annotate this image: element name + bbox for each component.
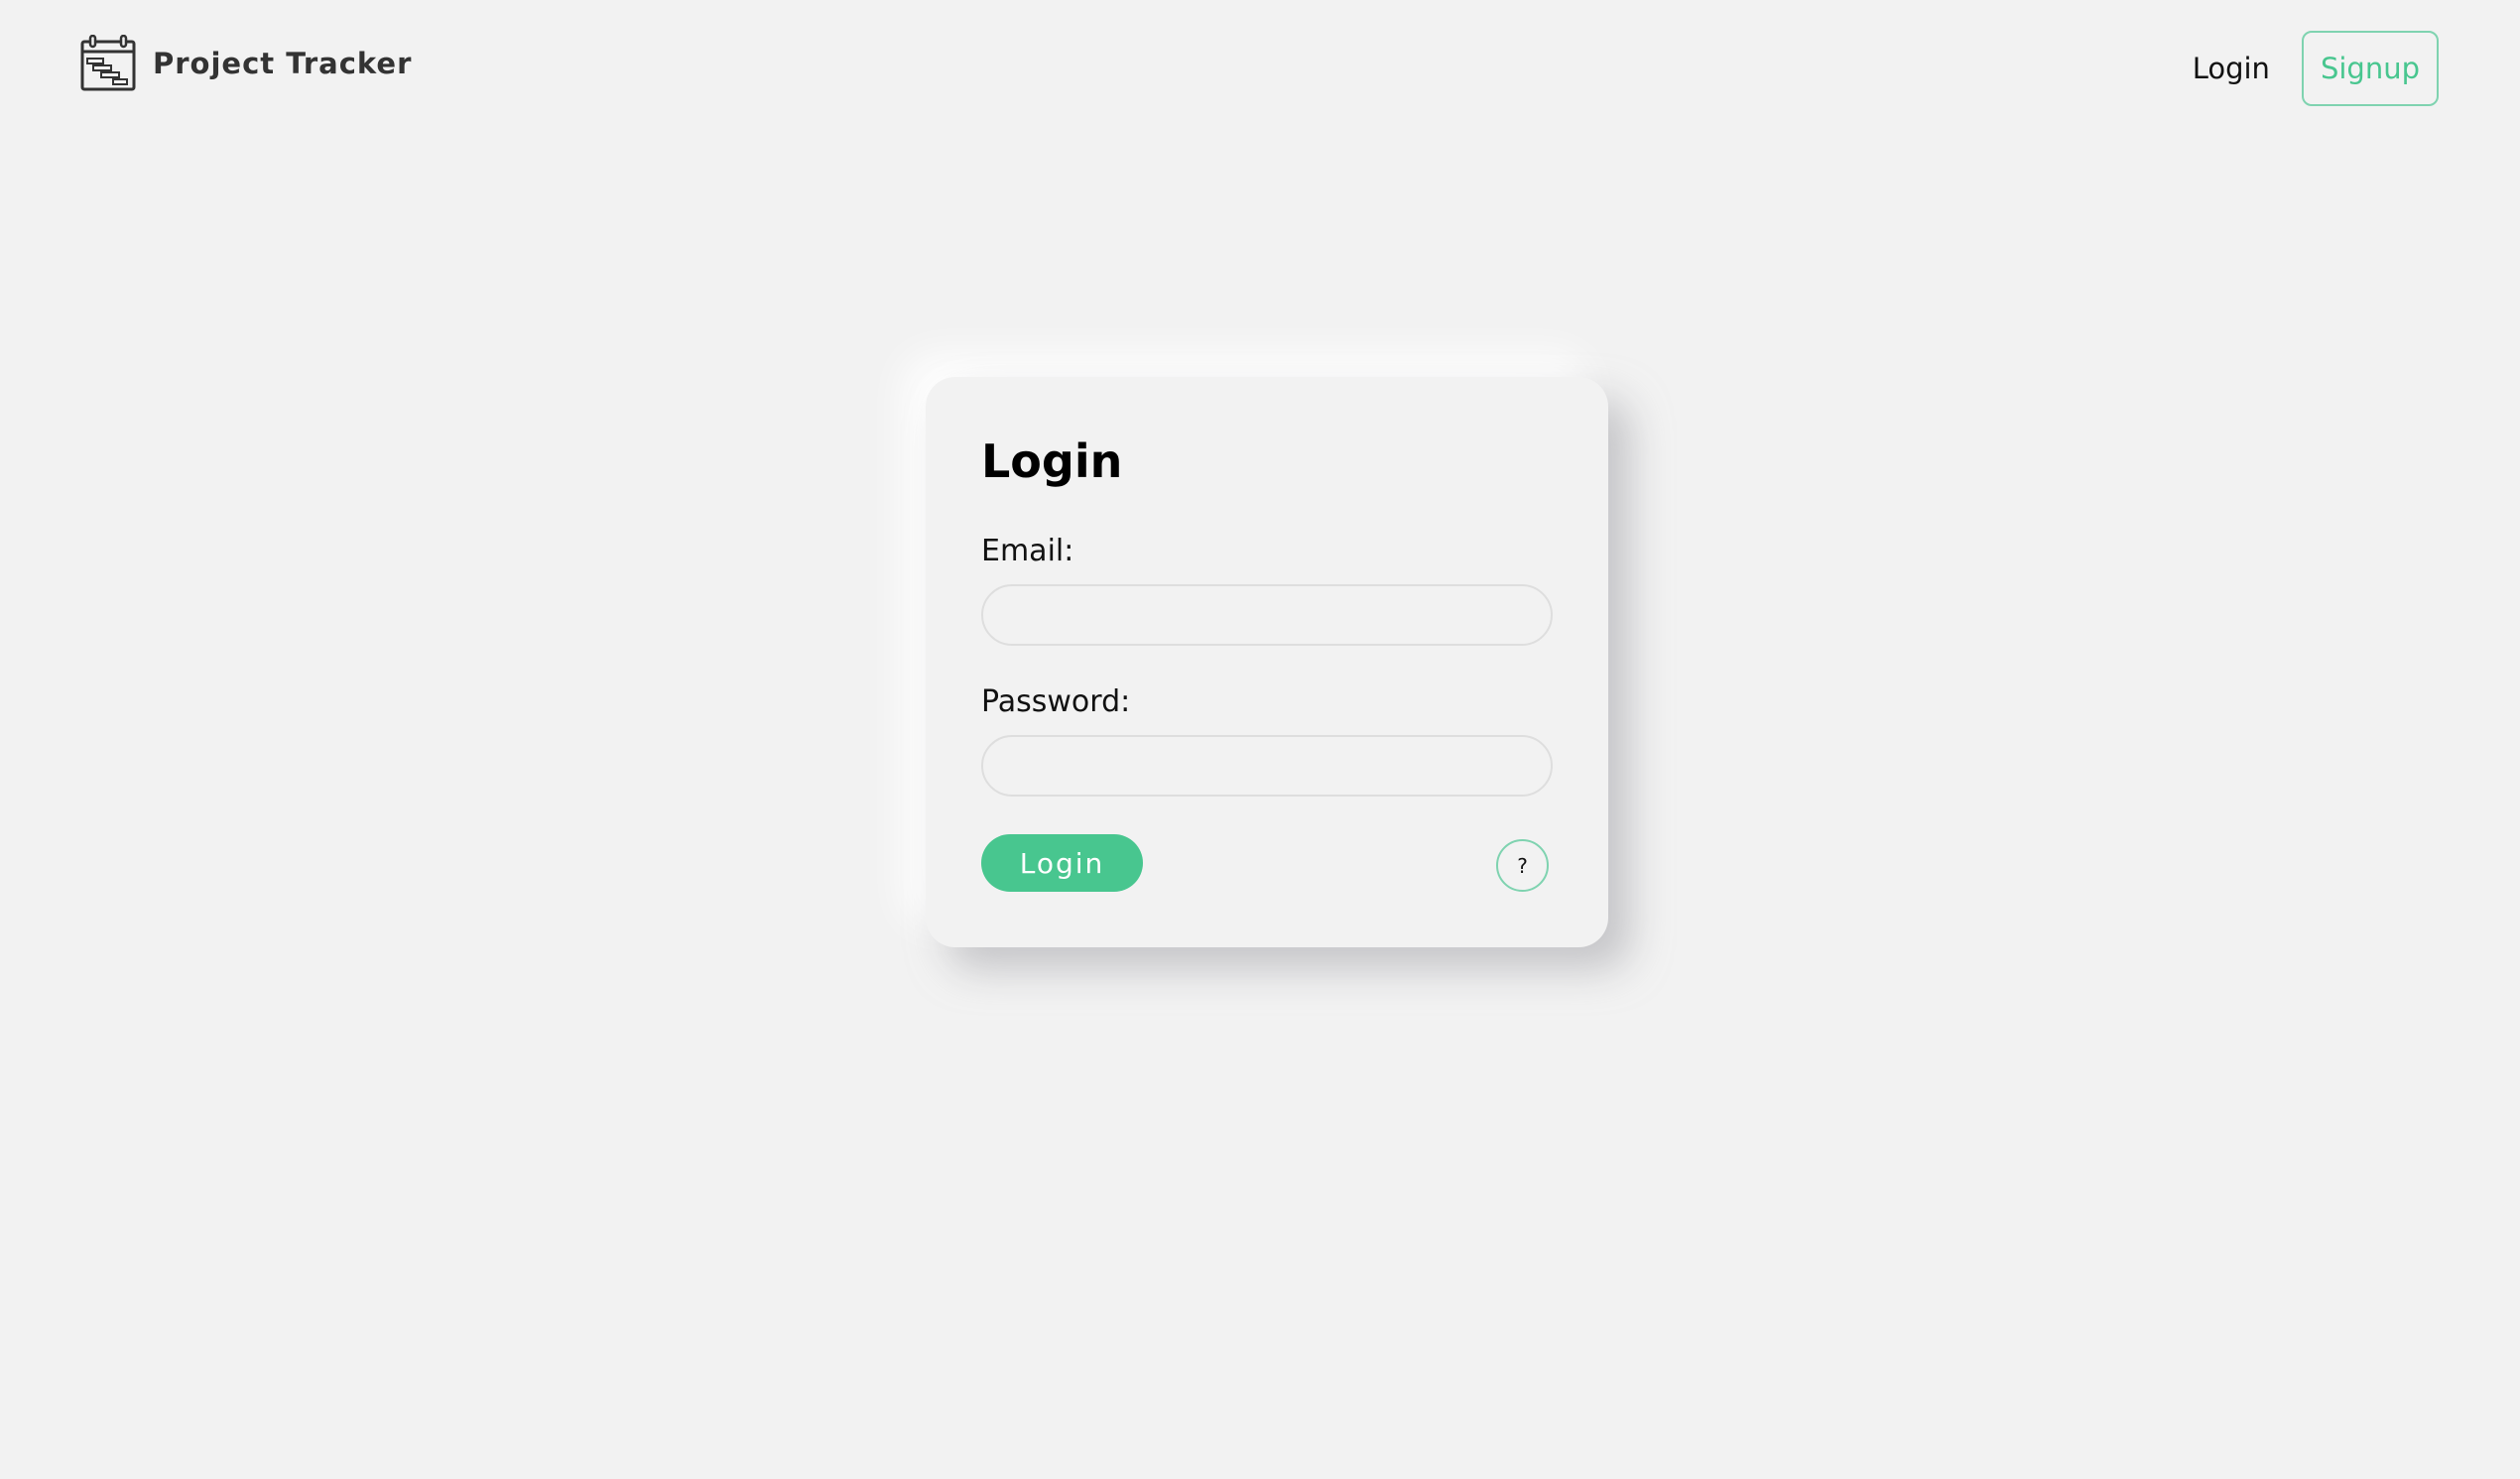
email-label: Email: bbox=[981, 534, 1074, 568]
brand-title: Project Tracker bbox=[153, 47, 413, 80]
brand[interactable]: Project Tracker bbox=[79, 34, 412, 93]
nav-signup-button[interactable]: Signup bbox=[2301, 31, 2439, 106]
email-field[interactable] bbox=[981, 584, 1553, 646]
login-title: Login bbox=[981, 434, 1123, 488]
top-nav: Login Signup bbox=[2193, 31, 2439, 106]
password-label: Password: bbox=[981, 684, 1131, 719]
help-button[interactable]: ? bbox=[1496, 839, 1549, 892]
gantt-calendar-icon bbox=[80, 35, 136, 91]
login-submit-button[interactable]: Login bbox=[981, 834, 1143, 892]
nav-login-link[interactable]: Login bbox=[2193, 52, 2270, 85]
login-card: Login Email: Password: Login ? bbox=[926, 377, 1608, 947]
password-field[interactable] bbox=[981, 735, 1553, 797]
top-bar: Project Tracker Login Signup bbox=[0, 0, 2520, 139]
